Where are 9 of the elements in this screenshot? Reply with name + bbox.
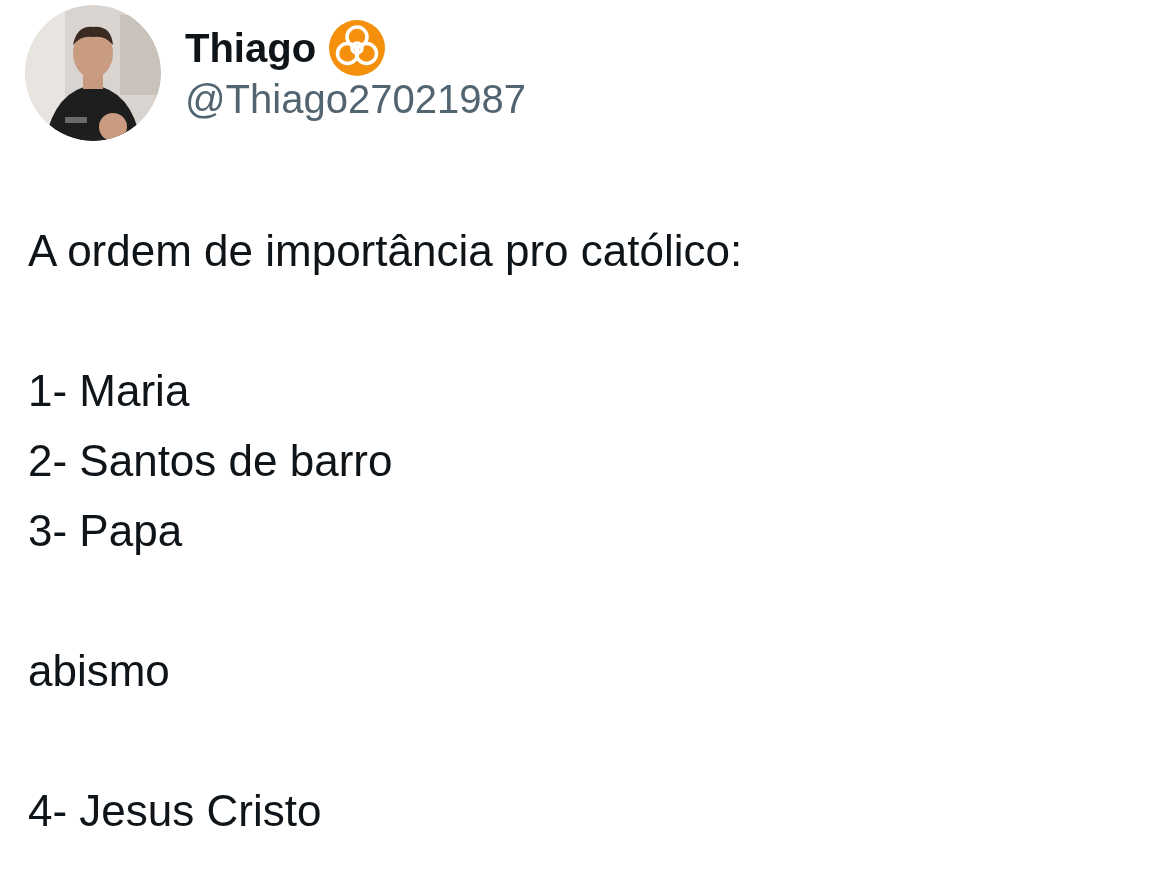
author-handle: @Thiago27021987 (185, 77, 526, 121)
post-text-line: A ordem de importância pro católico: (28, 225, 744, 277)
post-text-line: abismo (28, 645, 171, 697)
author-name: Thiago (185, 25, 317, 72)
post-text-line: 3- Papa (28, 505, 184, 557)
post-text-line: 1- Maria (28, 365, 191, 417)
biohazard-icon (328, 19, 387, 77)
post-text-line: 4- Jesus Cristo (28, 785, 323, 837)
post-text-line: 2- Santos de barro (28, 435, 394, 487)
